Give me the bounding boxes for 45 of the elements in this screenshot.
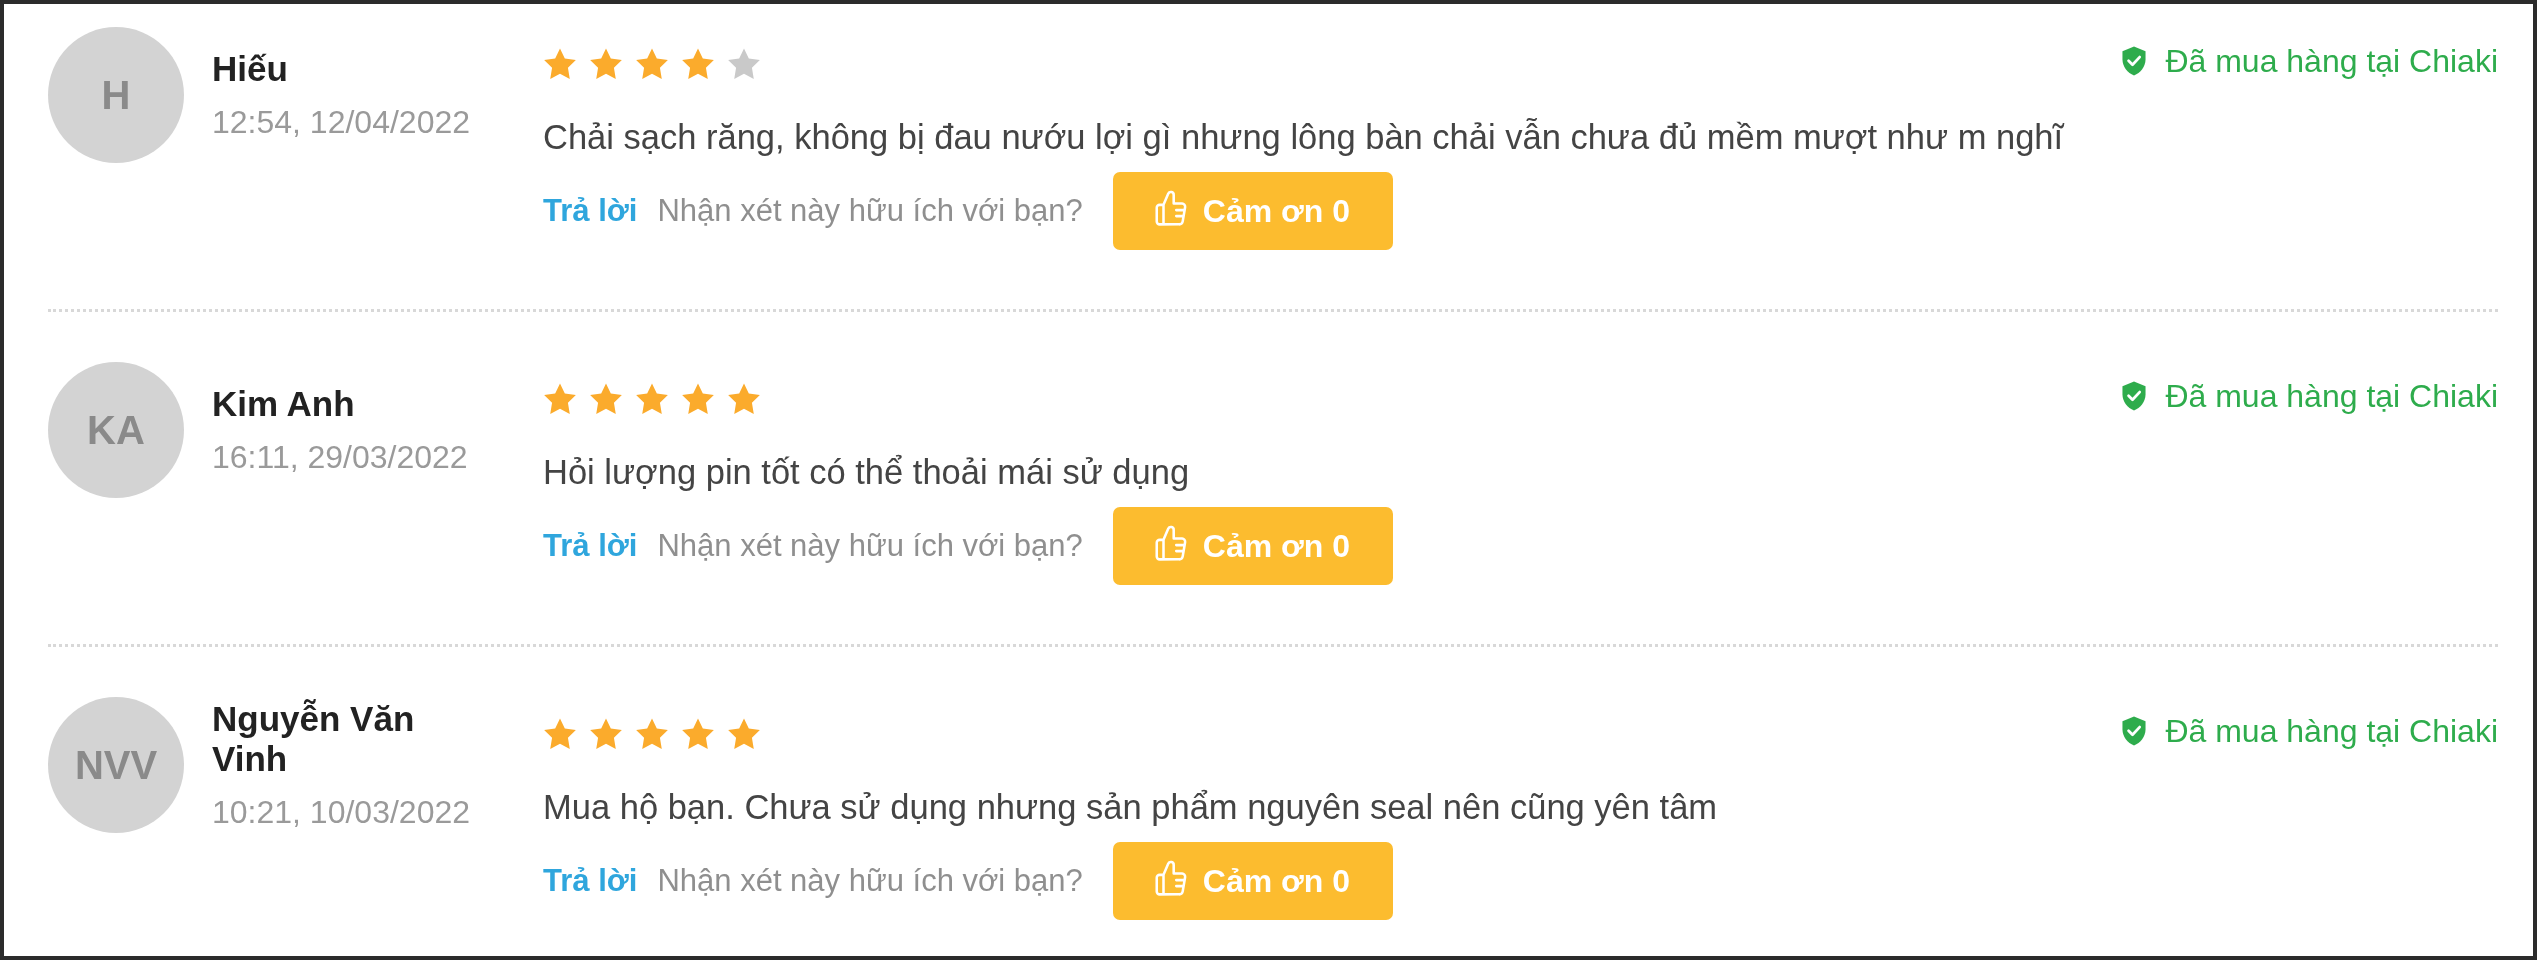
shield-check-icon	[2121, 716, 2148, 746]
helpful-question: Nhận xét này hữu ích với bạn?	[657, 861, 1083, 900]
reviewer-name: Kim Anh	[212, 383, 356, 424]
reply-link[interactable]: Trả lời	[543, 522, 638, 570]
empty-star-icon	[727, 47, 761, 81]
user-avatar: H	[48, 27, 184, 163]
thanks-button[interactable]: Cảm ơn 0	[1112, 507, 1393, 585]
review-date: 16:11, 29/03/2022	[212, 437, 469, 477]
star-icon	[727, 717, 761, 751]
reviewer-name: Hiếu	[212, 48, 289, 89]
star-icon	[543, 382, 577, 416]
thanks-button[interactable]: Cảm ơn 0	[1112, 172, 1393, 250]
star-icon	[589, 717, 623, 751]
reply-link[interactable]: Trả lời	[543, 857, 638, 905]
verified-purchase-label: Đã mua hàng tại Chiaki	[2165, 377, 2498, 416]
review-text: Mua hộ bạn. Chưa sử dụng nhưng sản phẩm nguyên seal nên cũng yên tâm	[543, 787, 1719, 828]
thumbs-up-icon	[1152, 858, 1189, 898]
star-icon	[635, 382, 669, 416]
review-text: Chải sạch răng, không bị đau nướu lợi gì nhưng lông bàn chải vẫn chưa đủ mềm mượt như m nghĩ	[543, 117, 2066, 158]
reviewer-name: Nguyễn Văn Vinh	[212, 698, 416, 779]
review-date: 10:21, 10/03/2022	[212, 792, 471, 832]
star-icon	[635, 717, 669, 751]
verified-purchase-label: Đã mua hàng tại Chiaki	[2165, 712, 2498, 751]
star-icon	[543, 47, 577, 81]
star-icon	[635, 47, 669, 81]
star-icon	[681, 382, 715, 416]
star-icon	[543, 717, 577, 751]
shield-check-icon	[2121, 381, 2148, 411]
verified-purchase-label: Đã mua hàng tại Chiaki	[2165, 42, 2498, 81]
star-icon	[589, 382, 623, 416]
helpful-question: Nhận xét này hữu ích với bạn?	[657, 526, 1083, 565]
thanks-button[interactable]: Cảm ơn 0	[1112, 842, 1393, 920]
reply-link[interactable]: Trả lời	[543, 187, 638, 235]
star-icon	[681, 47, 715, 81]
thumbs-up-icon	[1152, 188, 1189, 228]
user-avatar: NVV	[48, 697, 184, 833]
star-icon	[589, 47, 623, 81]
review-date: 12:54, 12/04/2022	[212, 102, 471, 142]
shield-check-icon	[2121, 46, 2148, 76]
star-icon	[681, 717, 715, 751]
thumbs-up-icon	[1152, 523, 1189, 563]
user-avatar: KA	[48, 362, 184, 498]
review-text: Hỏi lượng pin tốt có thể thoải mái sử dụng	[543, 452, 1191, 493]
helpful-question: Nhận xét này hữu ích với bạn?	[657, 191, 1083, 230]
star-icon	[727, 382, 761, 416]
